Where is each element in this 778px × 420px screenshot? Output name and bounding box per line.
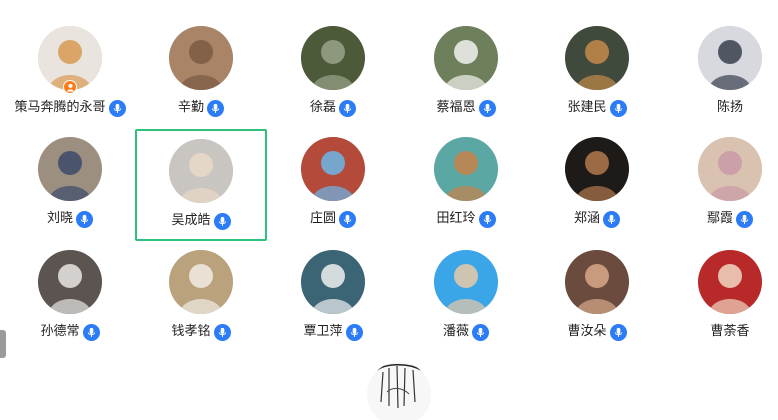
participant-tile[interactable]: 刘晓 [4, 131, 136, 241]
microphone-icon[interactable] [213, 212, 231, 230]
participant-name-row: 曹荼香 [664, 322, 778, 342]
microphone-icon[interactable] [603, 210, 620, 228]
microphone-icon[interactable] [339, 99, 356, 117]
participant-tile[interactable]: 郑涵 [531, 131, 663, 241]
participant-name: 辛勤 [177, 100, 204, 115]
participant-tile[interactable]: 潘薇 [400, 244, 532, 354]
microphone-icon[interactable] [108, 99, 126, 117]
participant-name-row: 吴成皓 [137, 211, 265, 231]
participant-name: 吴成皓 [171, 213, 211, 228]
participant-name: 陈扬 [716, 100, 743, 115]
participant-tile[interactable]: 徐磊 [267, 20, 399, 130]
participant-grid: 策马奔腾的永哥 辛勤 徐磊 蔡福恩 张建民 陈扬刘晓 吴成皓 庄圆 田红玲 郑涵 鄢霞孙德常 钱孝铭 覃… [0, 0, 778, 420]
participant-name: 覃卫萍 [303, 324, 343, 339]
participant-name-row: 曹汝朵 [531, 322, 663, 342]
microphone-icon[interactable] [213, 323, 231, 341]
participant-tile[interactable]: 蔡福恩 [400, 20, 532, 130]
microphone-icon[interactable] [478, 210, 496, 228]
participant-avatar[interactable] [434, 26, 498, 90]
microphone-icon[interactable] [76, 210, 93, 228]
microphone-icon[interactable] [472, 323, 489, 341]
microphone-icon[interactable] [339, 210, 356, 228]
participant-name: 张建民 [567, 100, 607, 115]
participant-name-row: 蔡福恩 [400, 98, 532, 118]
participant-name-row: 孙德常 [4, 322, 136, 342]
participant-name-row: 鄢霞 [664, 209, 778, 229]
participant-name-row: 田红玲 [400, 209, 532, 229]
participant-tile[interactable]: 鄢霞 [664, 131, 778, 241]
participant-name: 曹汝朵 [567, 324, 607, 339]
host-user-icon [63, 80, 77, 94]
participant-tile[interactable]: 辛勤 [135, 20, 267, 130]
microphone-icon[interactable] [609, 99, 627, 117]
participant-name-row: 刘晓 [4, 209, 136, 229]
participant-avatar[interactable] [698, 137, 762, 201]
participant-avatar-partial[interactable] [367, 362, 431, 420]
participant-tile[interactable]: 钱孝铭 [135, 244, 267, 354]
participant-name-row: 辛勤 [135, 98, 267, 118]
participant-avatar[interactable] [565, 250, 629, 314]
participant-name: 钱孝铭 [171, 324, 211, 339]
participant-name-row: 陈扬 [664, 98, 778, 118]
participant-name: 潘薇 [442, 324, 469, 339]
participant-avatar[interactable] [565, 137, 629, 201]
participant-gallery: 策马奔腾的永哥 辛勤 徐磊 蔡福恩 张建民 陈扬刘晓 吴成皓 庄圆 田红玲 郑涵 鄢霞孙德常 钱孝铭 覃… [0, 0, 778, 420]
participant-avatar[interactable] [169, 139, 233, 203]
participant-name: 田红玲 [436, 211, 476, 226]
participant-name-row: 策马奔腾的永哥 [4, 98, 136, 118]
participant-name-row: 郑涵 [531, 209, 663, 229]
participant-avatar[interactable] [565, 26, 629, 90]
participant-avatar[interactable] [698, 26, 762, 90]
participant-name-row: 覃卫萍 [267, 322, 399, 342]
participant-avatar[interactable] [169, 26, 233, 90]
participant-tile[interactable]: 吴成皓 [135, 129, 267, 241]
participant-name: 鄢霞 [706, 211, 733, 226]
participant-tile[interactable]: 陈扬 [664, 20, 778, 130]
participant-name-row: 张建民 [531, 98, 663, 118]
participant-tile[interactable]: 曹荼香 [664, 244, 778, 354]
participant-name: 孙德常 [40, 324, 80, 339]
participant-tile[interactable]: 孙德常 [4, 244, 136, 354]
participant-avatar[interactable] [38, 250, 102, 314]
participant-tile[interactable]: 策马奔腾的永哥 [4, 20, 136, 130]
participant-avatar[interactable] [301, 137, 365, 201]
microphone-icon[interactable] [207, 99, 224, 117]
microphone-icon[interactable] [609, 323, 627, 341]
participant-name: 刘晓 [46, 211, 73, 226]
participant-name-row: 庄圆 [267, 209, 399, 229]
participant-name: 徐磊 [309, 100, 336, 115]
participant-avatar[interactable] [698, 250, 762, 314]
participant-tile[interactable]: 曹汝朵 [531, 244, 663, 354]
participant-avatar[interactable] [301, 250, 365, 314]
participant-avatar[interactable] [301, 26, 365, 90]
microphone-icon[interactable] [345, 323, 363, 341]
participant-avatar[interactable] [434, 250, 498, 314]
participant-name-row: 徐磊 [267, 98, 399, 118]
participant-name: 郑涵 [573, 211, 600, 226]
participant-tile[interactable]: 田红玲 [400, 131, 532, 241]
participant-avatar[interactable] [38, 137, 102, 201]
participant-tile[interactable]: 庄圆 [267, 131, 399, 241]
participant-name-row: 钱孝铭 [135, 322, 267, 342]
participant-name: 庄圆 [309, 211, 336, 226]
participant-name: 策马奔腾的永哥 [14, 100, 106, 115]
microphone-icon[interactable] [736, 210, 753, 228]
participant-avatar[interactable] [169, 250, 233, 314]
participant-tile[interactable]: 张建民 [531, 20, 663, 130]
microphone-icon[interactable] [478, 99, 496, 117]
participant-tile[interactable]: 覃卫萍 [267, 244, 399, 354]
participant-name-row: 潘薇 [400, 322, 532, 342]
participant-name: 曹荼香 [710, 324, 750, 339]
side-panel-toggle[interactable] [0, 330, 6, 358]
microphone-icon[interactable] [82, 323, 100, 341]
participant-avatar[interactable] [434, 137, 498, 201]
participant-name: 蔡福恩 [436, 100, 476, 115]
